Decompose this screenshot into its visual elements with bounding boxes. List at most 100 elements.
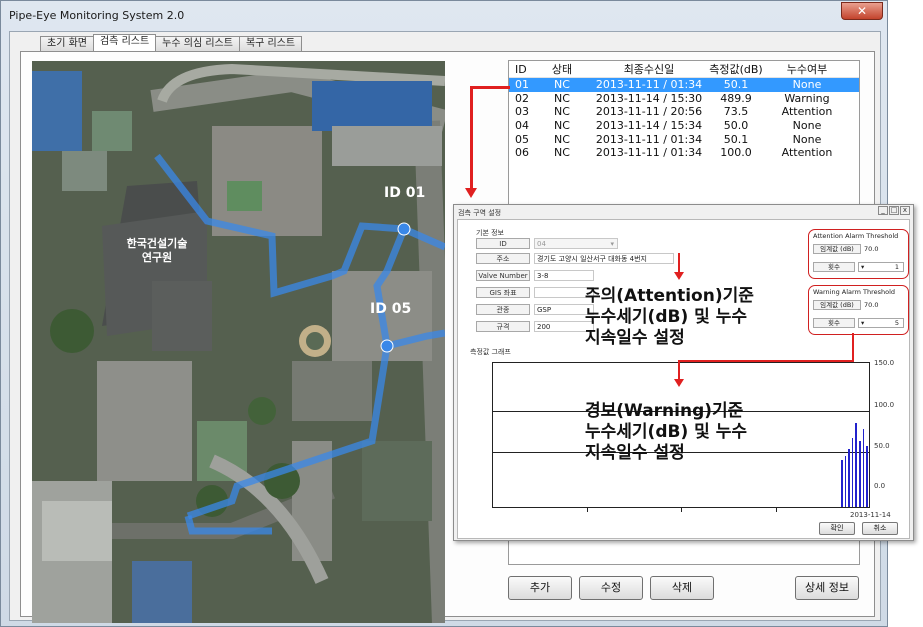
arrow-down-icon bbox=[465, 188, 477, 198]
field-label-gis: GIS 좌표 bbox=[476, 287, 530, 298]
graph-bar bbox=[859, 440, 861, 507]
cell-id: 04 bbox=[515, 119, 529, 133]
graph-bar bbox=[848, 448, 850, 507]
graph-x-tick bbox=[776, 507, 777, 512]
column-header-value[interactable]: 측정값(dB) bbox=[705, 61, 767, 77]
arrow-segment bbox=[472, 86, 510, 89]
warning-count-select[interactable]: ▾ 5 bbox=[858, 318, 904, 328]
warning-count-label: 횟수 bbox=[813, 318, 855, 328]
title-bar: Pipe-Eye Monitoring System 2.0 ✕ bbox=[1, 1, 887, 31]
graph-y-tick-label: 100.0 bbox=[874, 401, 895, 409]
cell-date: 2013-11-11 / 01:34 bbox=[595, 146, 703, 160]
cell-id: 03 bbox=[515, 105, 529, 119]
chevron-down-icon: ▾ bbox=[861, 263, 865, 271]
table-row[interactable]: 03 NC 2013-11-11 / 20:56 73.5 Attention bbox=[509, 105, 859, 119]
tab-bar: 초기 화면 검측 리스트 누수 의심 리스트 복구 리스트 bbox=[40, 34, 303, 52]
tab-home[interactable]: 초기 화면 bbox=[40, 36, 94, 51]
id-select[interactable]: 04 ▾ bbox=[534, 238, 618, 249]
field-label-pipe-type: 관종 bbox=[476, 304, 530, 315]
close-icon[interactable]: x bbox=[900, 206, 910, 215]
minimize-icon[interactable]: _ bbox=[878, 206, 888, 215]
basic-info-label: 기본 정보 bbox=[476, 229, 504, 237]
cell-leak: Attention bbox=[781, 105, 833, 119]
address-field[interactable]: 경기도 고양시 일산서구 대화동 4번지 bbox=[534, 253, 674, 264]
cell-value: 100.0 bbox=[720, 146, 752, 160]
field-label-address: 주소 bbox=[476, 253, 530, 264]
table-body: 01 NC 2013-11-11 / 01:34 50.1 None 02 NC 2013-1… bbox=[509, 78, 859, 160]
field-label-spec: 규격 bbox=[476, 321, 530, 332]
table-row[interactable]: 06 NC 2013-11-11 / 01:34 100.0 Attention bbox=[509, 146, 859, 160]
arrow-down-icon bbox=[674, 379, 684, 387]
cell-value: 73.5 bbox=[723, 105, 749, 119]
graph-y-tick-label: 150.0 bbox=[874, 359, 895, 367]
attention-count-select[interactable]: ▾ 1 bbox=[858, 262, 904, 272]
tab-inspection-list[interactable]: 검측 리스트 bbox=[92, 34, 157, 51]
attention-threshold-value[interactable]: 70.0 bbox=[864, 245, 878, 253]
graph-y-tick-label: 0.0 bbox=[874, 482, 886, 490]
graph-bar bbox=[855, 423, 857, 507]
attention-threshold-label: 임계값 (dB) bbox=[813, 244, 861, 254]
cell-status: NC bbox=[554, 78, 570, 91]
arrow-segment bbox=[852, 333, 854, 361]
annotation-line: 누수세기(dB) 및 누수 bbox=[585, 422, 747, 442]
column-header-last-received[interactable]: 최종수신일 bbox=[593, 61, 705, 77]
arrow-segment bbox=[470, 86, 473, 190]
building-label: 한국건설기술 연구원 bbox=[126, 237, 188, 264]
cell-value: 50.0 bbox=[723, 119, 749, 133]
graph-bar bbox=[841, 460, 843, 507]
edit-button[interactable]: 수정 bbox=[579, 576, 643, 600]
cell-leak: None bbox=[792, 132, 822, 146]
graph-y-tick-label: 50.0 bbox=[874, 442, 890, 450]
cell-value: 489.9 bbox=[720, 91, 752, 105]
add-button[interactable]: 추가 bbox=[508, 576, 572, 600]
graph-bar bbox=[866, 445, 868, 507]
map-image bbox=[32, 61, 445, 623]
cell-id: 06 bbox=[515, 146, 529, 160]
ok-button[interactable]: 확인 bbox=[819, 522, 855, 535]
cell-status: NC bbox=[554, 91, 570, 105]
column-header-status[interactable]: 상태 bbox=[531, 61, 593, 77]
dialog-title: 검측 구역 설정 bbox=[458, 209, 502, 217]
cell-leak: Warning bbox=[784, 91, 830, 105]
graph-bar bbox=[862, 429, 865, 507]
graph-x-label: 2013-11-14 bbox=[850, 511, 891, 519]
annotation-line: 지속일수 설정 bbox=[585, 443, 685, 463]
cell-id: 05 bbox=[515, 132, 529, 146]
sensor-label-id05: ID 05 bbox=[370, 301, 412, 317]
annotation-line: 경보(Warning)기준 bbox=[585, 401, 744, 421]
table-row[interactable]: 05 NC 2013-11-11 / 01:34 50.1 None bbox=[509, 133, 859, 147]
cell-leak: Attention bbox=[781, 146, 833, 160]
table-row[interactable]: 02 NC 2013-11-14 / 15:30 489.9 Warning bbox=[509, 92, 859, 106]
cell-status: NC bbox=[554, 105, 570, 119]
attention-count-label: 횟수 bbox=[813, 262, 855, 272]
table-row[interactable]: 04 NC 2013-11-14 / 15:34 50.0 None bbox=[509, 119, 859, 133]
cell-date: 2013-11-14 / 15:34 bbox=[595, 119, 703, 133]
cell-leak: None bbox=[792, 78, 822, 91]
valve-number-field[interactable]: 3-8 bbox=[534, 270, 594, 281]
cell-id: 02 bbox=[515, 91, 529, 105]
cell-id: 01 bbox=[515, 78, 529, 91]
tab-leak-suspect-list[interactable]: 누수 의심 리스트 bbox=[155, 36, 240, 51]
cell-date: 2013-11-14 / 15:30 bbox=[595, 91, 703, 105]
cancel-button[interactable]: 취소 bbox=[862, 522, 898, 535]
warning-threshold-value[interactable]: 70.0 bbox=[864, 301, 878, 309]
maximize-icon[interactable]: □ bbox=[889, 206, 899, 215]
column-header-leak[interactable]: 누수여부 bbox=[767, 61, 847, 77]
dialog-window-controls: _ □ x bbox=[878, 206, 910, 215]
table-row[interactable]: 01 NC 2013-11-11 / 01:34 50.1 None bbox=[509, 78, 859, 92]
cell-status: NC bbox=[554, 132, 570, 146]
graph-bar bbox=[844, 456, 847, 507]
cell-value: 50.1 bbox=[723, 78, 749, 91]
detail-info-button[interactable]: 상세 정보 bbox=[795, 576, 859, 600]
column-header-id[interactable]: ID bbox=[509, 61, 531, 77]
warning-annotation: 경보(Warning)기준 누수세기(dB) 및 누수 지속일수 설정 bbox=[585, 401, 747, 464]
field-label-valve-number: Valve Number bbox=[476, 270, 530, 281]
arrow-segment bbox=[678, 360, 680, 380]
aerial-map[interactable]: ID 01 ID 05 한국건설기술 연구원 bbox=[32, 61, 445, 623]
close-button[interactable]: ✕ bbox=[841, 2, 883, 20]
graph-x-tick bbox=[587, 507, 588, 512]
delete-button[interactable]: 삭제 bbox=[650, 576, 714, 600]
chevron-down-icon: ▾ bbox=[861, 319, 865, 327]
cell-value: 50.1 bbox=[723, 132, 749, 146]
tab-repair-list[interactable]: 복구 리스트 bbox=[238, 36, 303, 51]
